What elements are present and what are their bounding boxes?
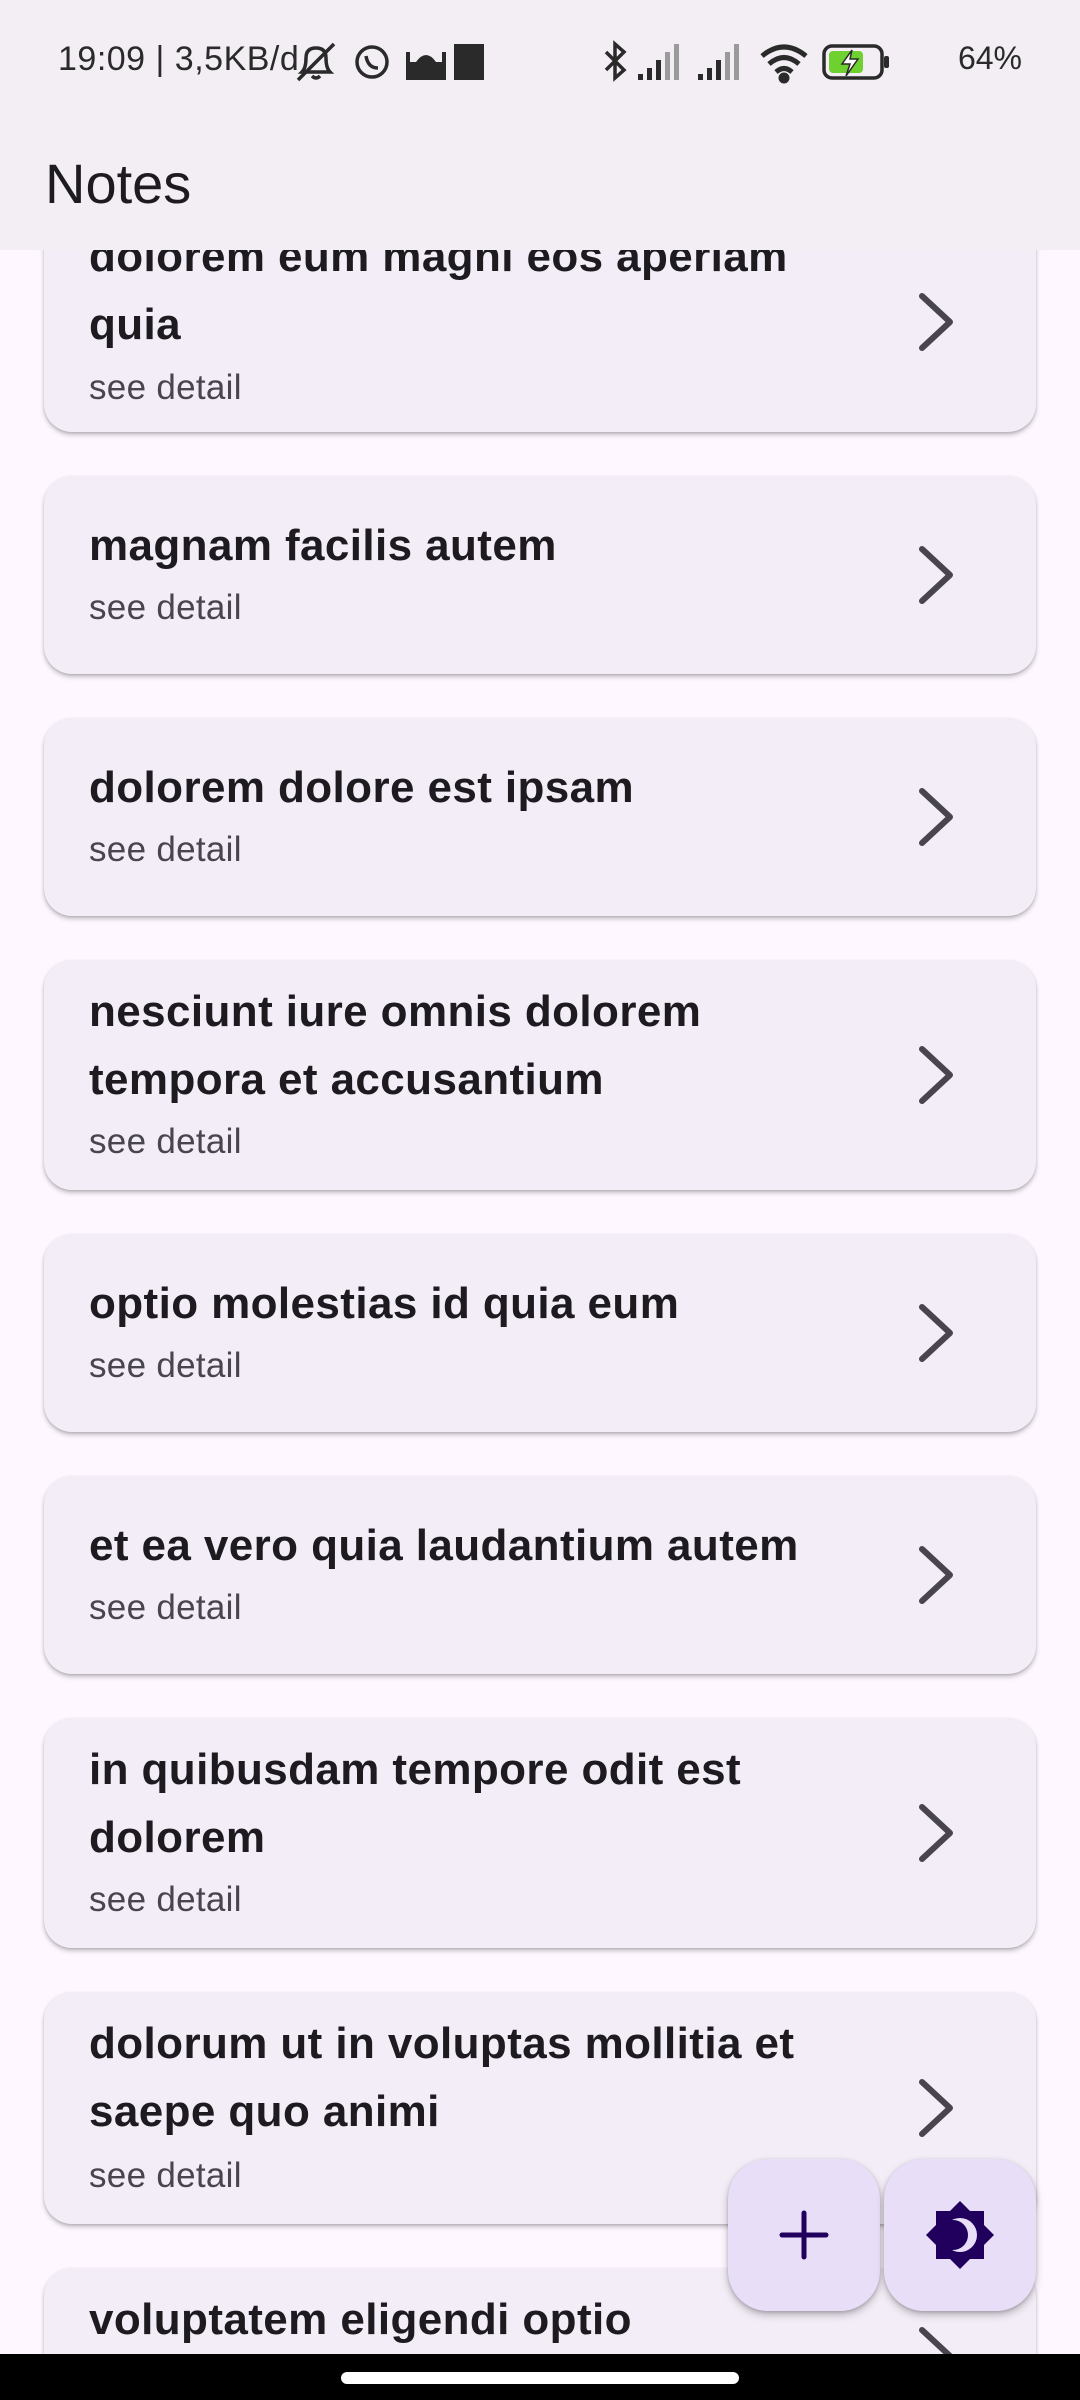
status-time: 19:09 | 3,5KB/d (58, 40, 300, 78)
note-title: nesciunt iure omnis dolorem tempora et a… (89, 987, 702, 1104)
add-note-button[interactable] (728, 2159, 880, 2311)
note-subtitle: see detail (89, 588, 242, 627)
note-subtitle: see detail (89, 1588, 242, 1627)
chevron-right-icon[interactable] (914, 2326, 958, 2354)
theme-toggle-button[interactable] (884, 2159, 1036, 2311)
note-card[interactable]: dolorem dolore est ipsam see detail (44, 718, 1036, 916)
note-subtitle: see detail (89, 1346, 242, 1385)
app-bar: Notes (0, 120, 1080, 250)
mosque-icon (406, 52, 446, 80)
note-subtitle: see detail (89, 368, 242, 407)
chevron-right-icon[interactable] (914, 1545, 958, 1605)
chevron-right-icon[interactable] (914, 545, 958, 605)
home-gesture-handle[interactable] (341, 2372, 739, 2384)
theme-toggle-icon (926, 2201, 994, 2269)
status-bar: 19:09 | 3,5KB/d 64% (0, 0, 1080, 120)
whatsapp-icon (355, 45, 389, 79)
app-square-icon (454, 44, 490, 80)
note-title: in quibusdam tempore odit est dolorem (89, 1745, 742, 1862)
navigation-bar (0, 2354, 1080, 2400)
battery-charging-icon (822, 44, 889, 80)
chevron-right-icon[interactable] (914, 292, 958, 352)
note-card[interactable]: in quibusdam tempore odit est dolorem se… (44, 1718, 1036, 1948)
chevron-right-icon[interactable] (914, 1803, 958, 1863)
plus-icon (779, 2210, 829, 2260)
note-card[interactable]: magnam facilis autem see detail (44, 476, 1036, 674)
chevron-right-icon[interactable] (914, 2078, 958, 2138)
signal-icon (698, 44, 739, 80)
chevron-right-icon[interactable] (914, 1303, 958, 1363)
note-card[interactable]: nesciunt iure omnis dolorem tempora et a… (44, 960, 1036, 1190)
chevron-right-icon[interactable] (914, 787, 958, 847)
note-subtitle: see detail (89, 1880, 242, 1919)
notification-icons (294, 40, 490, 84)
bluetooth-icon (604, 40, 627, 82)
note-title: dolorem dolore est ipsam (89, 763, 635, 812)
note-title: et ea vero quia laudantium autem (89, 1521, 799, 1570)
notes-list[interactable]: dolorem eum magni eos aperiam quia see d… (0, 0, 1080, 2354)
note-title: magnam facilis autem (89, 521, 557, 570)
muted-bell-icon (296, 42, 336, 82)
note-subtitle: see detail (89, 830, 242, 869)
note-title: dolorum ut in voluptas mollitia et saepe… (89, 2019, 795, 2136)
note-card[interactable]: et ea vero quia laudantium autem see det… (44, 1476, 1036, 1674)
signal-icon (638, 44, 679, 80)
note-card[interactable]: optio molestias id quia eum see detail (44, 1234, 1036, 1432)
note-subtitle: see detail (89, 2156, 242, 2195)
note-subtitle: see detail (89, 1122, 242, 1161)
battery-percent: 64% (957, 40, 1022, 76)
page-title: Notes (45, 152, 192, 215)
chevron-right-icon[interactable] (914, 1045, 958, 1105)
wifi-icon (760, 44, 808, 84)
note-title: optio molestias id quia eum (89, 1279, 680, 1328)
